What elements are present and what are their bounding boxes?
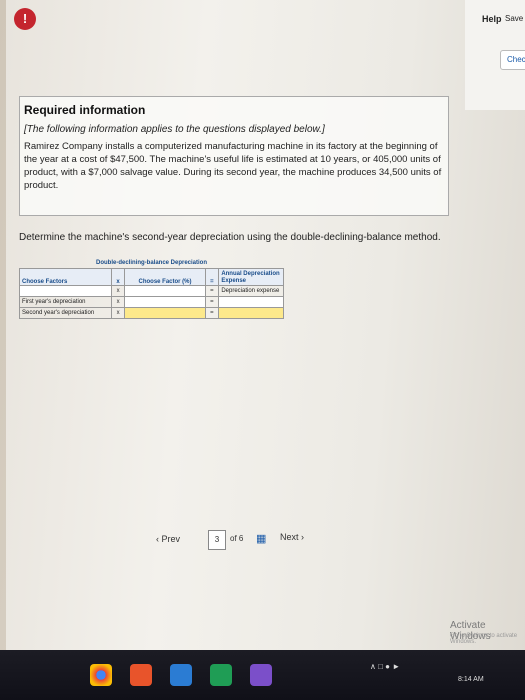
taskbar: ∧ □ ● ► 8:14 AM xyxy=(0,650,525,700)
alert-icon: ! xyxy=(14,8,36,30)
browser-content: Help Save & E Check ! Required informati… xyxy=(6,0,525,700)
required-info-intro: [The following information applies to th… xyxy=(24,124,325,135)
required-info-paragraph: Ramirez Company installs a computerized … xyxy=(24,141,442,191)
worksheet-title: Double-declining-balance Depreciation xyxy=(95,260,208,266)
header-choose-factor-pct: Choose Factor (%) xyxy=(124,268,206,286)
header-multiply: x xyxy=(110,268,126,286)
app-icon[interactable] xyxy=(250,664,272,686)
row-equals: = xyxy=(204,296,220,308)
save-exit-button[interactable]: Save & E xyxy=(505,14,525,23)
app-icon[interactable] xyxy=(210,664,232,686)
row-equals: = xyxy=(204,307,220,319)
row-equals: = xyxy=(204,285,220,297)
check-button[interactable]: Check xyxy=(500,50,525,70)
second-year-label: Second year's depreciation xyxy=(19,307,112,319)
next-label: Next xyxy=(280,532,299,542)
first-year-factor-input[interactable] xyxy=(124,296,206,308)
second-year-result-input[interactable] xyxy=(218,307,284,319)
required-info-title: Required information xyxy=(24,103,146,117)
row-multiply: x xyxy=(110,296,126,308)
page-total: of 6 xyxy=(230,534,244,543)
first-year-result-input[interactable] xyxy=(218,296,284,308)
row-multiply: x xyxy=(110,307,126,319)
table-row: x = Depreciation expense xyxy=(19,285,284,297)
factor-pct-input[interactable] xyxy=(124,285,206,297)
header-annual-depreciation: Annual Depreciation Expense xyxy=(218,268,284,286)
activate-windows-sub: Go to Settings to activate Windows. xyxy=(450,633,518,645)
chrome-icon[interactable] xyxy=(90,664,112,686)
factor-input[interactable] xyxy=(19,285,112,297)
prev-label: Prev xyxy=(161,534,181,544)
app-icon[interactable] xyxy=(170,664,192,686)
tray-icons[interactable]: ∧ □ ● ► xyxy=(370,662,400,671)
prev-button[interactable]: ‹ Prev xyxy=(156,534,180,544)
ddb-worksheet: Double-declining-balance Depreciation Ch… xyxy=(19,258,284,319)
row-multiply: x xyxy=(110,285,126,297)
question-text: Determine the machine's second-year depr… xyxy=(19,232,441,243)
next-button[interactable]: Next › xyxy=(280,532,304,542)
current-page[interactable]: 3 xyxy=(208,530,226,550)
table-row: Second year's depreciation x = xyxy=(19,307,284,319)
help-link[interactable]: Help xyxy=(482,14,502,24)
table-row: First year's depreciation x = xyxy=(19,296,284,308)
header-equals: = xyxy=(204,268,220,286)
app-icon[interactable] xyxy=(130,664,152,686)
grid-icon[interactable]: ▦ xyxy=(256,532,268,545)
header-choose-factors: Choose Factors xyxy=(19,268,112,286)
pagination: ‹ Prev 3 of 6 ▦ Next › xyxy=(156,522,396,552)
first-year-label: First year's depreciation xyxy=(19,296,112,308)
second-year-factor-input[interactable] xyxy=(124,307,206,319)
clock[interactable]: 8:14 AM xyxy=(458,676,484,683)
depreciation-expense-label: Depreciation expense xyxy=(218,285,284,297)
